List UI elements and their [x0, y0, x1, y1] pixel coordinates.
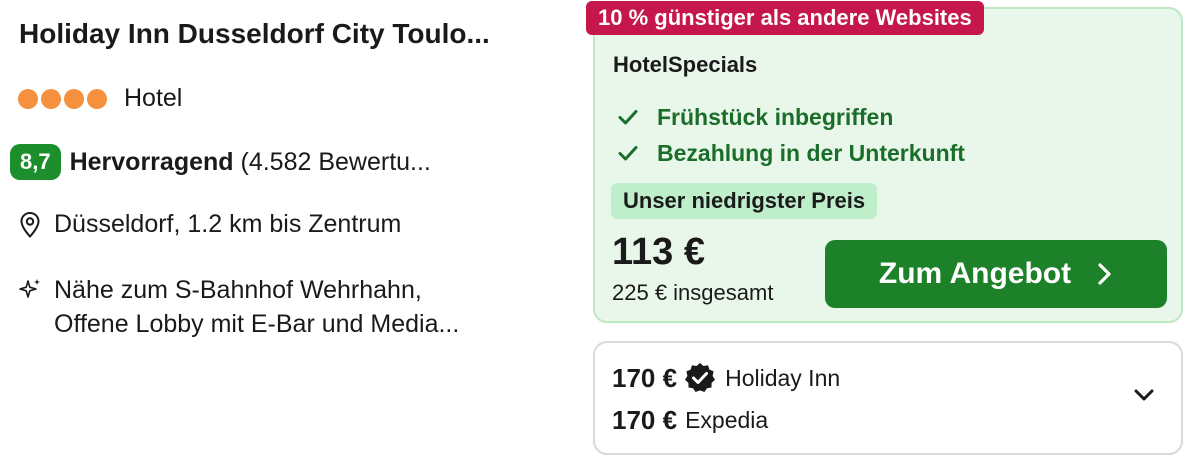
features-row: Nähe zum S-Bahnhof Wehrhahn, Offene Lobb… — [18, 273, 459, 341]
offer-price: 170 € — [612, 405, 678, 435]
feature-line: Offene Lobby mit E-Bar und Media... — [54, 310, 460, 338]
review-rating[interactable]: 8,7 Hervorragend (4.582 Bewertu... — [10, 144, 570, 180]
other-offers-card[interactable]: 170 € Holiday Inn 170 € Expedia — [593, 341, 1183, 455]
inclusion-label: Bezahlung in der Unterkunft — [657, 139, 965, 166]
map-pin-icon — [20, 211, 40, 238]
offer-row[interactable]: 170 € Holiday Inn — [612, 361, 840, 395]
chevron-right-icon — [1098, 263, 1111, 285]
inclusions-list: Frühstück inbegriffen Bezahlung in der U… — [617, 99, 965, 171]
verified-badge-icon — [685, 363, 716, 392]
inclusion-label: Frühstück inbegriffen — [657, 103, 894, 130]
score-badge: 8,7 — [10, 144, 61, 180]
rating-label: Hervorragend — [69, 147, 234, 176]
feature-line: Nähe zum S-Bahnhof Wehrhahn, — [54, 276, 422, 304]
location-text: Düsseldorf, 1.2 km bis Zentrum — [54, 210, 402, 238]
star-dot-icon — [87, 88, 107, 109]
inclusion-item: Frühstück inbegriffen — [617, 99, 965, 135]
rating-count: (4.582 Bewertu... — [240, 147, 431, 176]
offer-row[interactable]: 170 € Expedia — [612, 405, 768, 436]
provider-name: HotelSpecials — [613, 52, 758, 77]
offer-price: 170 € — [612, 362, 678, 393]
star-dot-icon — [41, 88, 61, 109]
deal-total: 225 € insgesamt — [612, 280, 774, 305]
inclusion-item: Bezahlung in der Unterkunft — [617, 135, 965, 171]
best-deal-card[interactable]: HotelSpecials Frühstück inbegriffen Beza… — [593, 7, 1183, 323]
location-row: Düsseldorf, 1.2 km bis Zentrum — [18, 210, 401, 239]
star-rating: Hotel — [18, 84, 182, 113]
star-dot-icon — [18, 88, 38, 109]
sparkle-icon — [19, 279, 40, 298]
offer-provider: Expedia — [685, 407, 769, 433]
lowest-price-badge: Unser niedrigster Preis — [611, 183, 878, 219]
view-deal-button[interactable]: Zum Angebot — [825, 240, 1167, 308]
features-text: Nähe zum S-Bahnhof Wehrhahn, Offene Lobb… — [54, 273, 459, 341]
hotel-info: Holiday Inn Dusseldorf City Toulo... Hot… — [0, 0, 580, 468]
rating-summary: Hervorragend (4.582 Bewertu... — [70, 148, 510, 177]
star-dot-icon — [64, 88, 84, 109]
offer-provider: Holiday Inn — [725, 364, 841, 391]
hotel-title[interactable]: Holiday Inn Dusseldorf City Toulo... — [19, 18, 579, 50]
check-icon — [618, 146, 638, 161]
hotel-type: Hotel — [124, 84, 183, 112]
view-deal-label: Zum Angebot — [878, 257, 1072, 290]
savings-badge: 10 % günstiger als andere Websites — [586, 1, 984, 35]
chevron-down-icon[interactable] — [1133, 387, 1155, 403]
check-icon — [618, 110, 638, 125]
deal-price: 113 € — [612, 231, 705, 273]
